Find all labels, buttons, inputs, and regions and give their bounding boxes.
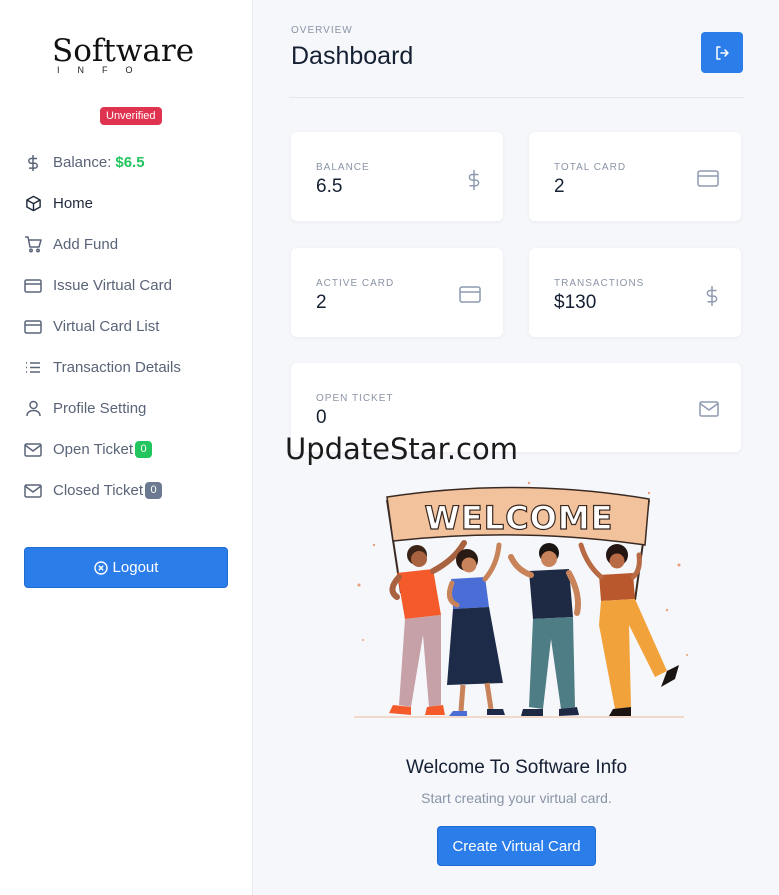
dollar-icon [705, 285, 719, 307]
main-content: OVERVIEW Dashboard BALANCE 6.5 TOTAL CAR… [254, 0, 779, 895]
brand-logo[interactable]: Software INFO [52, 32, 202, 80]
stat-value: 2 [316, 292, 327, 313]
sidebar: Software INFO Unverified Balance: $6.5 H… [0, 0, 253, 895]
page-title: Dashboard [291, 42, 414, 70]
sidebar-item-label: Home [53, 195, 94, 212]
stat-value: 2 [554, 176, 565, 197]
brand-letter: t [103, 33, 116, 69]
stat-value: $130 [554, 292, 597, 313]
sign-out-button[interactable] [701, 32, 743, 73]
sidebar-item-add-fund[interactable]: Add Fund [24, 224, 234, 265]
page-eyebrow: OVERVIEW [291, 25, 353, 36]
sidebar-item-label: Virtual Card List [53, 318, 160, 335]
sidebar-item-label: Closed Ticket [53, 482, 144, 499]
sidebar-item-label: Balance: [53, 154, 112, 171]
stat-card-transactions: TRANSACTIONS $130 [529, 248, 741, 337]
sidebar-item-open-ticket[interactable]: Open Ticket 0 [24, 429, 234, 470]
sidebar-item-virtual-card-list[interactable]: Virtual Card List [24, 306, 234, 347]
welcome-illustration: WELCOME [354, 481, 688, 718]
watermark: UpdateStar.com [285, 432, 518, 466]
card-icon [697, 170, 719, 187]
brand-letter: f [91, 33, 104, 69]
header-divider [289, 97, 744, 98]
card-icon [24, 318, 42, 336]
balance-amount: $6.5 [115, 154, 145, 171]
stat-label: ACTIVE CARD [316, 278, 395, 289]
mail-icon [24, 482, 42, 500]
sidebar-item-label: Open Ticket [53, 441, 134, 458]
brand-letter: r [160, 33, 176, 69]
stat-card-total-card: TOTAL CARD 2 [529, 132, 741, 221]
logout-label: Logout [112, 559, 159, 576]
sidebar-item-label: Add Fund [53, 236, 119, 253]
create-virtual-card-button[interactable]: Create Virtual Card [437, 826, 596, 866]
sidebar-item-profile-setting[interactable]: Profile Setting [24, 388, 234, 429]
close-circle-icon [93, 560, 108, 575]
sidebar-item-label: Profile Setting [53, 400, 147, 417]
list-icon [24, 359, 42, 377]
stat-label: TRANSACTIONS [554, 278, 645, 289]
stat-label: BALANCE [316, 162, 370, 173]
card-icon [24, 277, 42, 295]
sidebar-item-transaction-details[interactable]: Transaction Details [24, 347, 234, 388]
brand-letter: w [115, 33, 143, 69]
welcome-subtitle: Start creating your virtual card. [421, 790, 612, 806]
card-icon [459, 286, 481, 303]
welcome-title: Welcome To Software Info [405, 757, 628, 778]
sidebar-item-closed-ticket[interactable]: Closed Ticket 0 [24, 470, 234, 511]
closed-ticket-count: 0 [145, 482, 163, 499]
stat-label: OPEN TICKET [316, 393, 394, 404]
stat-label: TOTAL CARD [554, 162, 627, 173]
sidebar-item-balance: Balance: $6.5 [24, 142, 234, 183]
mail-icon [699, 401, 719, 417]
sign-out-icon [716, 45, 729, 60]
logout-button[interactable]: Logout [24, 547, 228, 588]
brand-letter: a [142, 33, 161, 69]
cube-icon [24, 195, 42, 213]
dollar-icon [467, 169, 481, 191]
sidebar-item-label: Issue Virtual Card [53, 277, 172, 294]
stat-card-balance: BALANCE 6.5 [291, 132, 503, 221]
stat-value: 6.5 [316, 176, 343, 197]
dollar-icon [24, 154, 42, 172]
user-icon [24, 400, 42, 418]
banner-text: WELCOME [425, 499, 614, 537]
sidebar-item-issue-virtual-card[interactable]: Issue Virtual Card [24, 265, 234, 306]
brand-sub: INFO [57, 65, 151, 75]
mail-icon [24, 441, 42, 459]
sidebar-item-home[interactable]: Home [24, 183, 234, 224]
open-ticket-count: 0 [135, 441, 153, 458]
sidebar-nav: Balance: $6.5 Home Add Fund Issue Virtua… [24, 142, 234, 511]
stat-card-active-card: ACTIVE CARD 2 [291, 248, 503, 337]
brand-letter: e [175, 33, 195, 69]
stat-value: 0 [316, 407, 327, 428]
brand-letter: S [52, 33, 74, 69]
status-badge: Unverified [100, 107, 162, 125]
sidebar-item-label: Transaction Details [53, 359, 181, 376]
cart-icon [24, 236, 42, 254]
